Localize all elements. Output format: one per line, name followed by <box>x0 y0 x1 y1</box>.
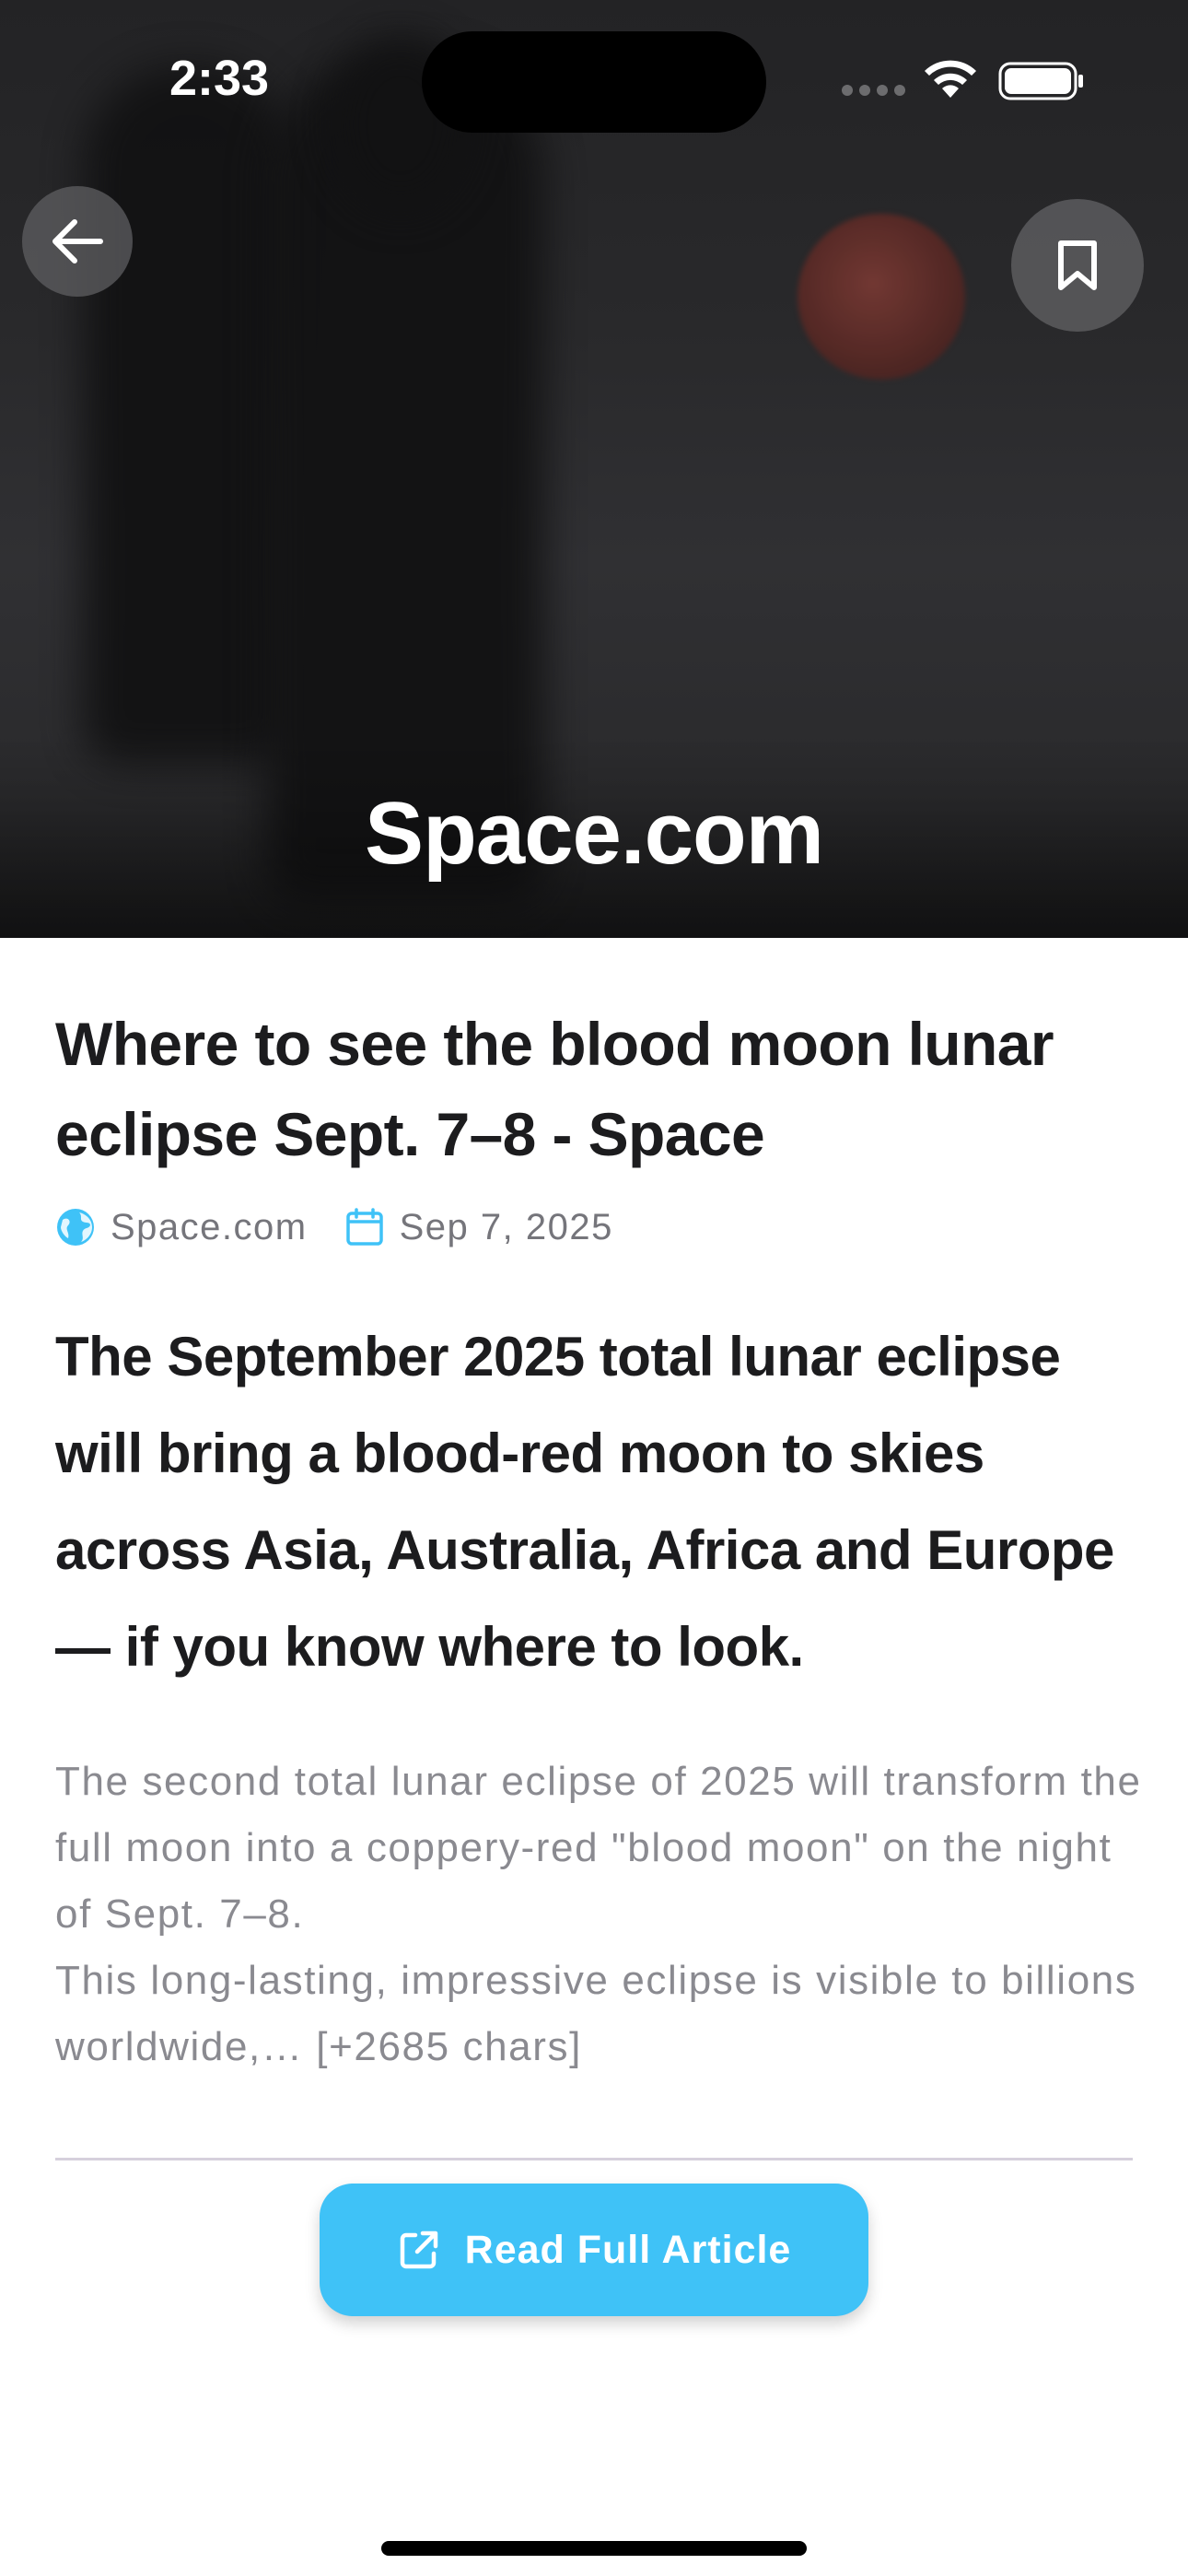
divider <box>55 2158 1133 2160</box>
hero-source-title: Space.com <box>365 784 824 883</box>
article-source: Space.com <box>111 1206 308 1247</box>
article-detail-screen: Space.com 2:33 Where to see the blood mo… <box>0 0 1188 2576</box>
calendar-icon <box>345 1208 383 1246</box>
bookmark-icon <box>1058 240 1097 290</box>
article-meta: Space.com Sep 7, 2025 <box>55 1201 613 1253</box>
hero-image: Space.com <box>0 0 1188 938</box>
wifi-icon <box>925 60 976 98</box>
globe-icon <box>57 1209 94 1246</box>
home-indicator[interactable] <box>381 2541 807 2556</box>
back-button[interactable] <box>22 186 133 297</box>
external-link-icon <box>400 2231 437 2269</box>
blood-moon <box>798 214 965 380</box>
silhouette-left <box>83 64 295 765</box>
article-body: The second total lunar eclipse of 2025 w… <box>55 1759 1142 2069</box>
status-time: 2:33 <box>169 51 270 106</box>
battery-icon <box>998 62 1083 100</box>
article-date: Sep 7, 2025 <box>399 1206 613 1247</box>
read-full-article-button[interactable]: Read Full Article <box>320 2184 868 2316</box>
read-full-article-label: Read Full Article <box>464 2227 792 2272</box>
article-title: Where to see the blood moon lunar eclips… <box>55 1010 1054 1168</box>
dynamic-island <box>422 31 766 133</box>
article-lead: The September 2025 total lunar eclipse w… <box>55 1326 1114 1678</box>
arrow-left-icon <box>52 219 103 263</box>
cellular-signal-icon <box>842 85 905 96</box>
bookmark-button[interactable] <box>1011 199 1144 332</box>
